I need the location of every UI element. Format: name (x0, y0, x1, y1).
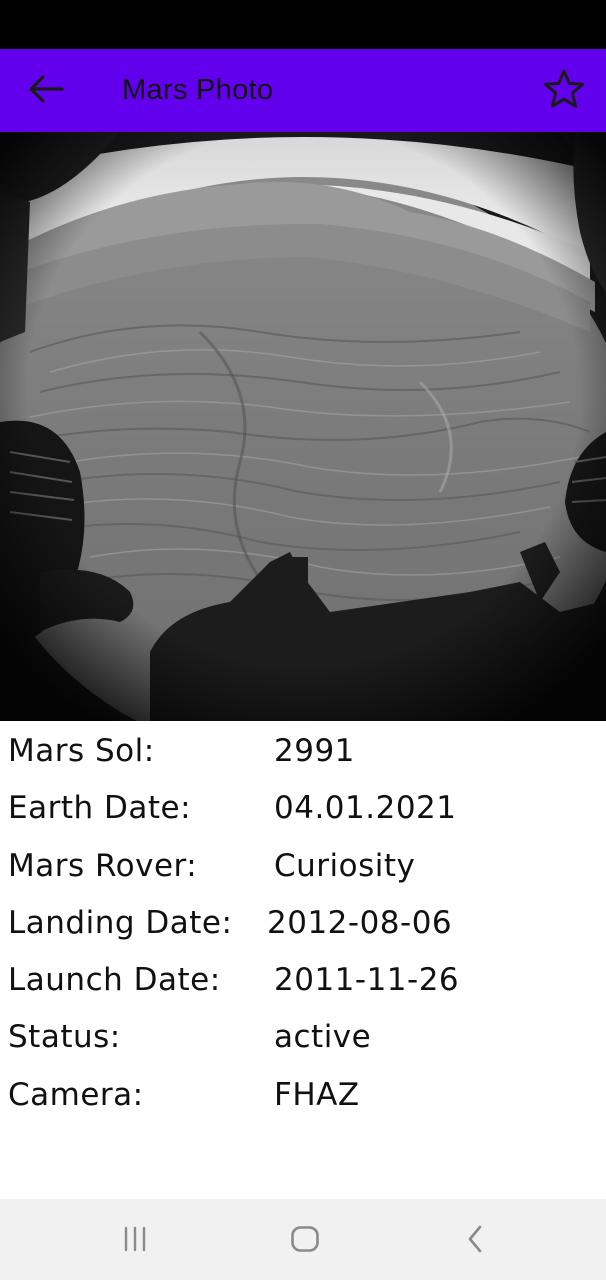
detail-value: 2991 (274, 733, 355, 769)
app-bar: Mars Photo (0, 49, 606, 132)
detail-row-mars-rover: Mars Rover: Curiosity (8, 848, 598, 905)
system-nav-bar (0, 1199, 606, 1280)
detail-row-mars-sol: Mars Sol: 2991 (8, 733, 598, 790)
detail-row-camera: Camera: FHAZ (8, 1077, 598, 1134)
detail-label: Launch Date: (8, 962, 221, 999)
screen: Mars Photo Mars Sol: 2991 Earth Date: 04… (0, 0, 606, 1280)
back-chevron-icon (465, 1224, 485, 1258)
system-back-button[interactable] (445, 1219, 505, 1263)
detail-value: 04.01.2021 (274, 790, 457, 827)
detail-value: 2011-11-26 (274, 962, 460, 999)
detail-value: active (274, 1019, 372, 1056)
detail-label: Landing Date: (8, 904, 233, 941)
page-title: Mars Photo (122, 74, 274, 106)
detail-label: Earth Date: (8, 790, 192, 827)
detail-row-status: Status: active (8, 1019, 598, 1076)
home-button[interactable] (275, 1219, 335, 1263)
detail-label: Status: (8, 1019, 121, 1056)
detail-row-earth-date: Earth Date: 04.01.2021 (8, 790, 598, 847)
detail-row-launch-date: Launch Date: 2011-11-26 (8, 962, 598, 1019)
detail-label: Mars Rover: (8, 847, 198, 884)
arrow-left-icon (28, 74, 64, 108)
rover-details: Mars Sol: 2991 Earth Date: 04.01.2021 Ma… (8, 733, 598, 1134)
favorite-button[interactable] (538, 66, 590, 116)
back-button[interactable] (22, 68, 70, 114)
detail-value: 2012-08-06 (267, 904, 453, 941)
detail-label: Mars Sol: (8, 733, 155, 769)
mars-surface-photo (0, 132, 606, 721)
detail-value: Curiosity (274, 847, 416, 884)
star-outline-icon (542, 68, 586, 114)
detail-value: FHAZ (274, 1076, 360, 1113)
recents-button[interactable] (105, 1219, 165, 1263)
detail-row-landing-date: Landing Date: 2012-08-06 (8, 905, 598, 962)
home-icon (290, 1225, 320, 1257)
recents-icon (120, 1226, 150, 1256)
detail-label: Camera: (8, 1076, 144, 1113)
status-bar (0, 0, 606, 49)
